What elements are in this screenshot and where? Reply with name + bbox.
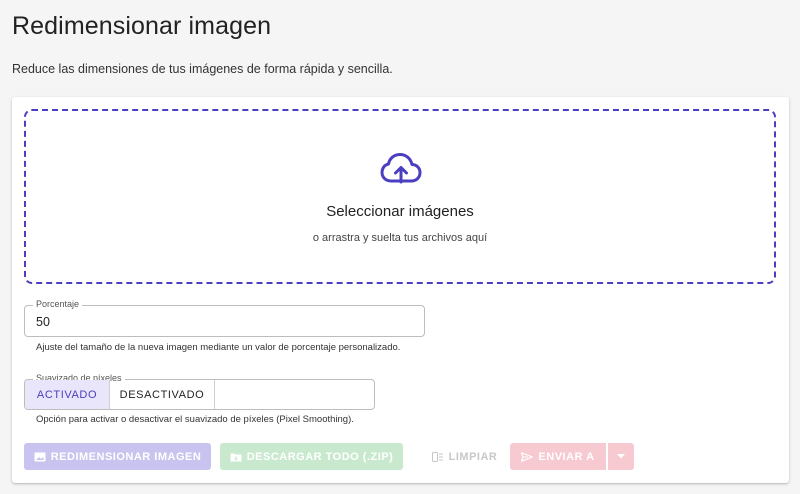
file-dropzone[interactable]: Seleccionar imágenes o arrastra y suelta… xyxy=(24,109,776,284)
clear-button[interactable]: LIMPIAR xyxy=(425,443,504,470)
smoothing-helper: Opción para activar o desactivar el suav… xyxy=(36,414,354,425)
resize-button-label: REDIMENSIONAR IMAGEN xyxy=(50,450,202,463)
smoothing-off-button[interactable]: DESACTIVADO xyxy=(110,380,215,409)
send-icon xyxy=(521,451,534,462)
dropzone-title[interactable]: Seleccionar imágenes xyxy=(26,203,774,220)
caret-down-icon xyxy=(617,454,625,459)
send-button-label: ENVIAR A xyxy=(538,450,595,463)
clear-button-label: LIMPIAR xyxy=(448,450,498,463)
download-button-label: DESCARGAR TODO (.ZIP) xyxy=(246,450,394,463)
folder-download-icon xyxy=(230,453,242,461)
resize-button[interactable]: REDIMENSIONAR IMAGEN xyxy=(24,443,211,470)
percentage-label: Porcentaje xyxy=(33,299,83,309)
cloud-upload-icon xyxy=(380,153,422,184)
percentage-input[interactable]: 50 xyxy=(36,315,50,329)
percentage-helper: Ajuste del tamaño de la nueva imagen med… xyxy=(36,342,401,353)
smoothing-on-button[interactable]: ACTIVADO xyxy=(25,380,110,409)
percentage-field[interactable]: Porcentaje 50 xyxy=(24,299,425,337)
send-to-dropdown-button[interactable] xyxy=(608,443,634,470)
send-to-button[interactable]: ENVIAR A xyxy=(510,443,606,470)
resize-card: Seleccionar imágenes o arrastra y suelta… xyxy=(12,97,789,483)
clear-list-icon xyxy=(431,451,443,462)
page-subtitle: Reduce las dimensiones de tus imágenes d… xyxy=(12,62,393,76)
dropzone-subtitle: o arrastra y suelta tus archivos aquí xyxy=(312,232,488,244)
image-icon xyxy=(34,452,46,461)
page-title: Redimensionar imagen xyxy=(12,12,272,40)
download-all-button[interactable]: DESCARGAR TODO (.ZIP) xyxy=(220,443,403,470)
smoothing-toggle-group: Suavizado de píxeles ACTIVADO DESACTIVAD… xyxy=(24,373,375,410)
